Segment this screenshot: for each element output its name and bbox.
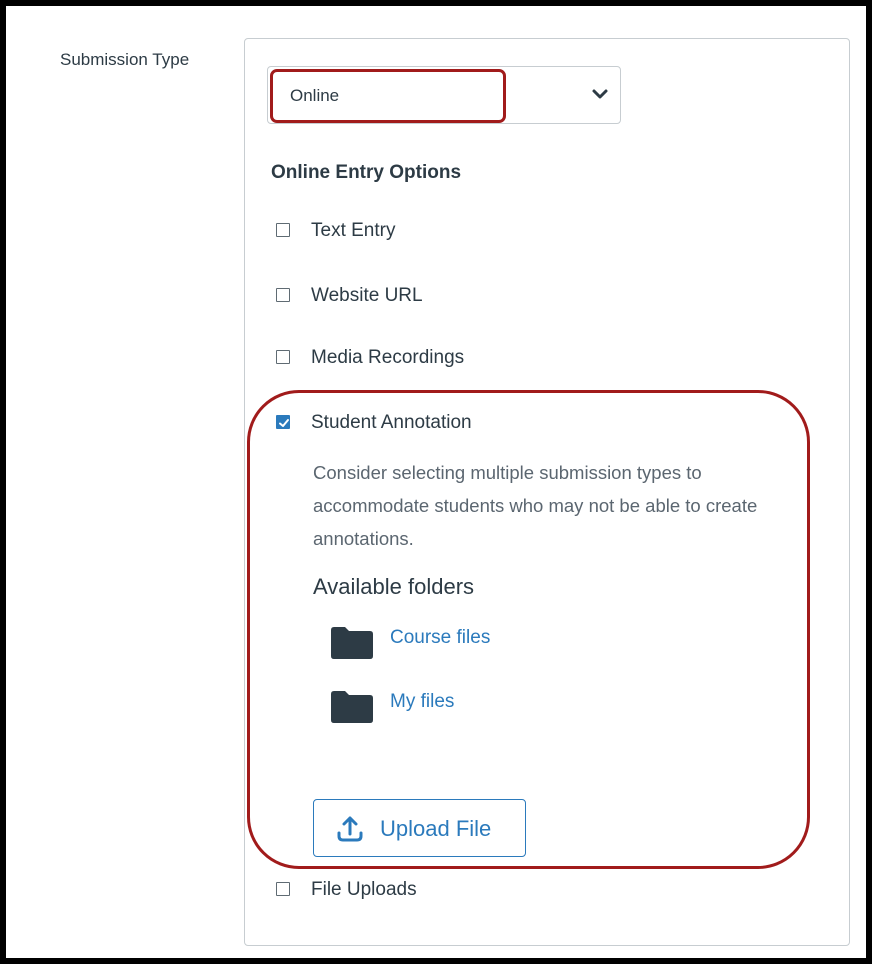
upload-file-button[interactable]: Upload File [313, 799, 526, 857]
checkmark-icon [279, 419, 289, 427]
text-entry-checkbox[interactable] [276, 223, 290, 237]
student-annotation-label[interactable]: Student Annotation [311, 412, 472, 434]
media-recordings-checkbox[interactable] [276, 350, 290, 364]
file-uploads-checkbox[interactable] [276, 882, 290, 896]
student-annotation-checkbox[interactable] [276, 415, 290, 429]
chevron-down-icon[interactable] [590, 84, 610, 104]
text-entry-label[interactable]: Text Entry [311, 220, 395, 242]
select-highlight-annotation [270, 69, 506, 123]
available-folders-heading: Available folders [313, 574, 475, 599]
upload-file-label[interactable]: Upload File [380, 816, 491, 842]
website-url-checkbox[interactable] [276, 288, 290, 302]
submission-type-label: Submission Type [60, 50, 190, 69]
course-files-link[interactable]: Course files [390, 627, 490, 649]
file-uploads-label[interactable]: File Uploads [311, 879, 417, 901]
online-entry-options-title: Online Entry Options [271, 162, 462, 183]
folder-icon [331, 627, 373, 659]
annotation-help-text: Consider selecting multiple submission t… [313, 462, 758, 549]
website-url-label[interactable]: Website URL [311, 285, 423, 307]
upload-icon [337, 816, 363, 842]
folder-icon [331, 691, 373, 723]
media-recordings-label[interactable]: Media Recordings [311, 347, 464, 369]
my-files-link[interactable]: My files [390, 691, 454, 713]
